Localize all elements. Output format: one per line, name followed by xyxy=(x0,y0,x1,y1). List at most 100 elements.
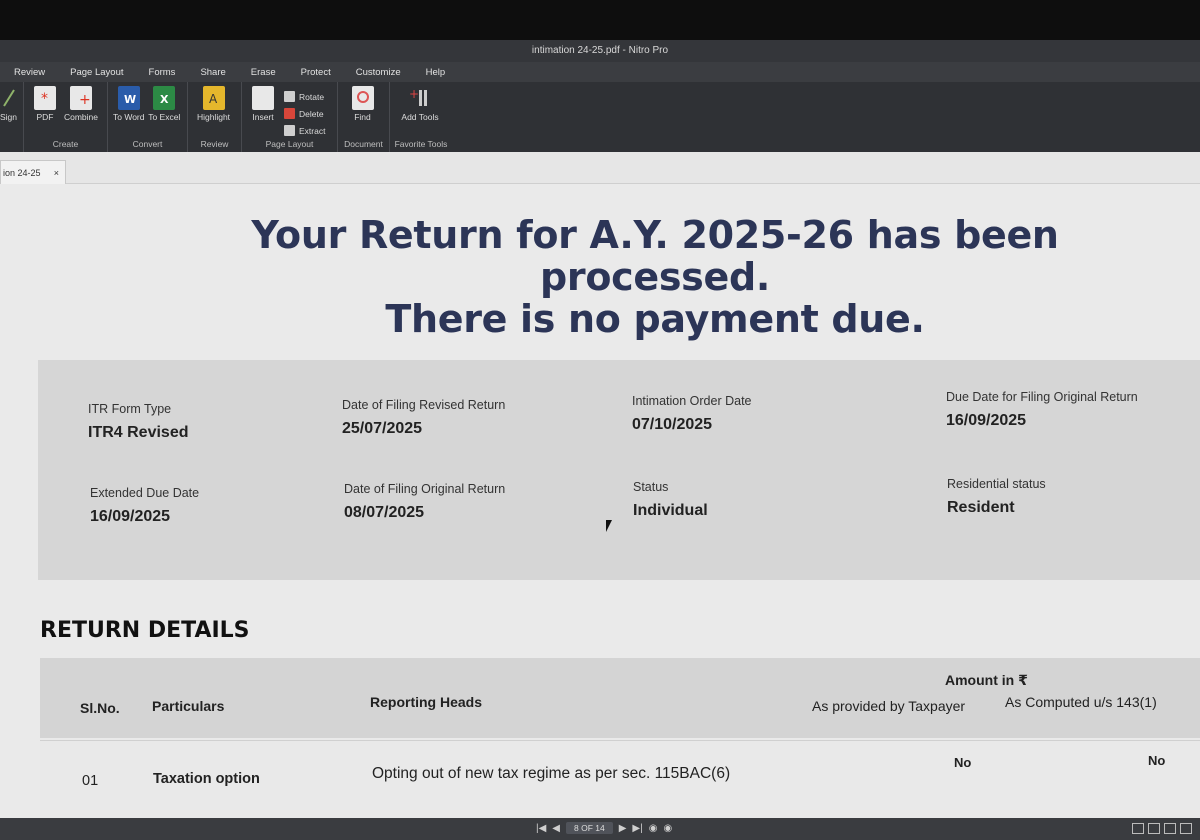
insert-icon xyxy=(252,86,274,110)
menu-forms[interactable]: Forms xyxy=(149,67,176,78)
last-page-icon[interactable]: ▶| xyxy=(632,823,642,834)
rotate-button[interactable]: Rotate xyxy=(284,88,325,105)
delete-label: Delete xyxy=(299,108,324,119)
document-tab[interactable]: ion 24-25 × xyxy=(0,160,66,184)
view-mode-buttons xyxy=(1128,823,1192,834)
menu-review[interactable]: Review xyxy=(14,67,45,78)
combine-button[interactable]: + Combine xyxy=(64,86,98,122)
field-value: 16/09/2025 xyxy=(946,412,1027,429)
menu-erase[interactable]: Erase xyxy=(251,67,276,78)
highlight-icon: A xyxy=(202,86,225,110)
cell-computed: No xyxy=(1148,753,1166,768)
back-icon[interactable]: ◉ xyxy=(649,823,658,834)
rotate-label: Rotate xyxy=(299,91,325,102)
page-headline: Your Return for A.Y. 2025-26 has been pr… xyxy=(150,214,1160,340)
to-excel-label: To Excel xyxy=(148,112,181,122)
status-bar: |◀ ◀ 8 OF 14 ▶ ▶| ◉ ◉ xyxy=(0,818,1200,840)
to-excel-button[interactable]: X To Excel xyxy=(148,86,182,122)
header-computed: As Computed u/s 143(1) xyxy=(1005,694,1157,710)
summary-panel: ITR Form Type ITR4 Revised Date of Filin… xyxy=(38,360,1200,580)
svg-text:+: + xyxy=(409,87,419,101)
excel-icon: X xyxy=(153,86,176,110)
menu-protect[interactable]: Protect xyxy=(301,67,331,78)
pdf-label: PDF xyxy=(36,112,54,122)
find-icon xyxy=(351,86,374,110)
document-tab-strip: ion 24-25 × xyxy=(0,152,1200,184)
to-word-button[interactable]: W To Word xyxy=(112,86,146,122)
ribbon: Sign * PDF + Combine Create W To Word X xyxy=(0,82,1200,152)
add-tools-button[interactable]: + Add Tools xyxy=(394,86,446,122)
field-label: Intimation Order Date xyxy=(632,394,752,408)
ribbon-group-create: * PDF + Combine Create xyxy=(24,82,108,152)
highlight-button[interactable]: A Highlight xyxy=(192,86,235,122)
insert-button[interactable]: Insert xyxy=(246,86,280,122)
mouse-cursor-icon xyxy=(606,520,612,532)
section-title: RETURN DETAILS xyxy=(40,618,250,643)
field-label: Date of Filing Revised Return xyxy=(342,398,506,412)
svg-text:+: + xyxy=(79,92,91,108)
group-label-document: Document xyxy=(344,139,383,149)
field-value: ITR4 Revised xyxy=(88,424,189,441)
menu-page-layout[interactable]: Page Layout xyxy=(70,67,123,78)
ribbon-group-convert: W To Word X To Excel Convert xyxy=(108,82,188,152)
field-due-original: Due Date for Filing Original Return 16/0… xyxy=(946,390,1138,430)
header-taxpayer: As provided by Taxpayer xyxy=(812,698,966,714)
next-page-icon[interactable]: ▶ xyxy=(619,823,627,834)
header-reporting-heads: Reporting Heads xyxy=(370,694,483,710)
cell-particulars: Taxation option xyxy=(153,771,260,787)
pdf-button[interactable]: * PDF xyxy=(28,86,62,122)
field-intimation-date: Intimation Order Date 07/10/2025 xyxy=(632,394,752,434)
field-status: Status Individual xyxy=(633,480,708,520)
group-label-review: Review xyxy=(200,139,229,149)
continuous-icon[interactable] xyxy=(1148,823,1160,834)
group-label-create: Create xyxy=(52,139,79,149)
delete-button[interactable]: Delete xyxy=(284,105,325,122)
page-indicator[interactable]: 8 OF 14 xyxy=(566,822,613,834)
header-amount: Amount in ₹ xyxy=(945,672,1028,688)
add-tools-label: Add Tools xyxy=(401,112,439,122)
menu-bar: Review Page Layout Forms Share Erase Pro… xyxy=(0,62,1200,82)
extract-button[interactable]: Extract xyxy=(284,122,325,139)
delete-icon xyxy=(284,108,295,119)
to-word-label: To Word xyxy=(113,112,145,122)
field-residential: Residential status Resident xyxy=(947,477,1046,517)
first-page-icon[interactable]: |◀ xyxy=(536,823,546,834)
field-label: Status xyxy=(633,480,669,494)
field-date-revised: Date of Filing Revised Return 25/07/2025 xyxy=(342,398,505,438)
sign-label: Sign xyxy=(0,112,18,122)
single-page-icon[interactable] xyxy=(1132,823,1144,834)
field-label: ITR Form Type xyxy=(88,402,172,416)
pdf-icon: * xyxy=(34,86,56,110)
ribbon-group-favorite: + Add Tools Favorite Tools xyxy=(390,82,452,152)
cell-slno: 01 xyxy=(82,773,99,789)
sign-button[interactable]: Sign xyxy=(0,86,17,122)
forward-icon[interactable]: ◉ xyxy=(663,823,672,834)
menu-customize[interactable]: Customize xyxy=(356,67,401,78)
ribbon-group-document: Find Document xyxy=(338,82,390,152)
cell-reporting: Opting out of new tax regime as per sec.… xyxy=(372,765,731,782)
menu-help[interactable]: Help xyxy=(426,67,446,78)
field-value: Individual xyxy=(633,502,708,519)
headline-line-1: Your Return for A.Y. 2025-26 has been pr… xyxy=(251,213,1059,299)
field-label: Residential status xyxy=(947,477,1046,491)
svg-text:X: X xyxy=(160,93,169,106)
table-row: 01 Taxation option Opting out of new tax… xyxy=(40,740,1200,818)
facing-icon[interactable] xyxy=(1164,823,1176,834)
facing-continuous-icon[interactable] xyxy=(1180,823,1192,834)
field-extended-due: Extended Due Date 16/09/2025 xyxy=(90,486,199,526)
pdf-page: Your Return for A.Y. 2025-26 has been pr… xyxy=(0,184,1200,818)
field-date-original: Date of Filing Original Return 08/07/202… xyxy=(344,482,505,522)
svg-text:*: * xyxy=(41,91,48,107)
find-button[interactable]: Find xyxy=(342,86,383,122)
menu-share[interactable]: Share xyxy=(200,67,225,78)
field-value: 25/07/2025 xyxy=(342,420,423,437)
close-icon[interactable]: × xyxy=(54,168,59,178)
headline-line-2: There is no payment due. xyxy=(385,297,925,341)
field-itr-form-type: ITR Form Type ITR4 Revised xyxy=(88,402,188,442)
prev-page-icon[interactable]: ◀ xyxy=(552,823,560,834)
svg-text:W: W xyxy=(124,93,136,106)
ribbon-group-page-layout: Insert Rotate Delete Extract Page Layout xyxy=(242,82,338,152)
combine-icon: + xyxy=(70,86,92,110)
field-value: 08/07/2025 xyxy=(344,504,425,521)
field-label: Date of Filing Original Return xyxy=(344,482,506,496)
